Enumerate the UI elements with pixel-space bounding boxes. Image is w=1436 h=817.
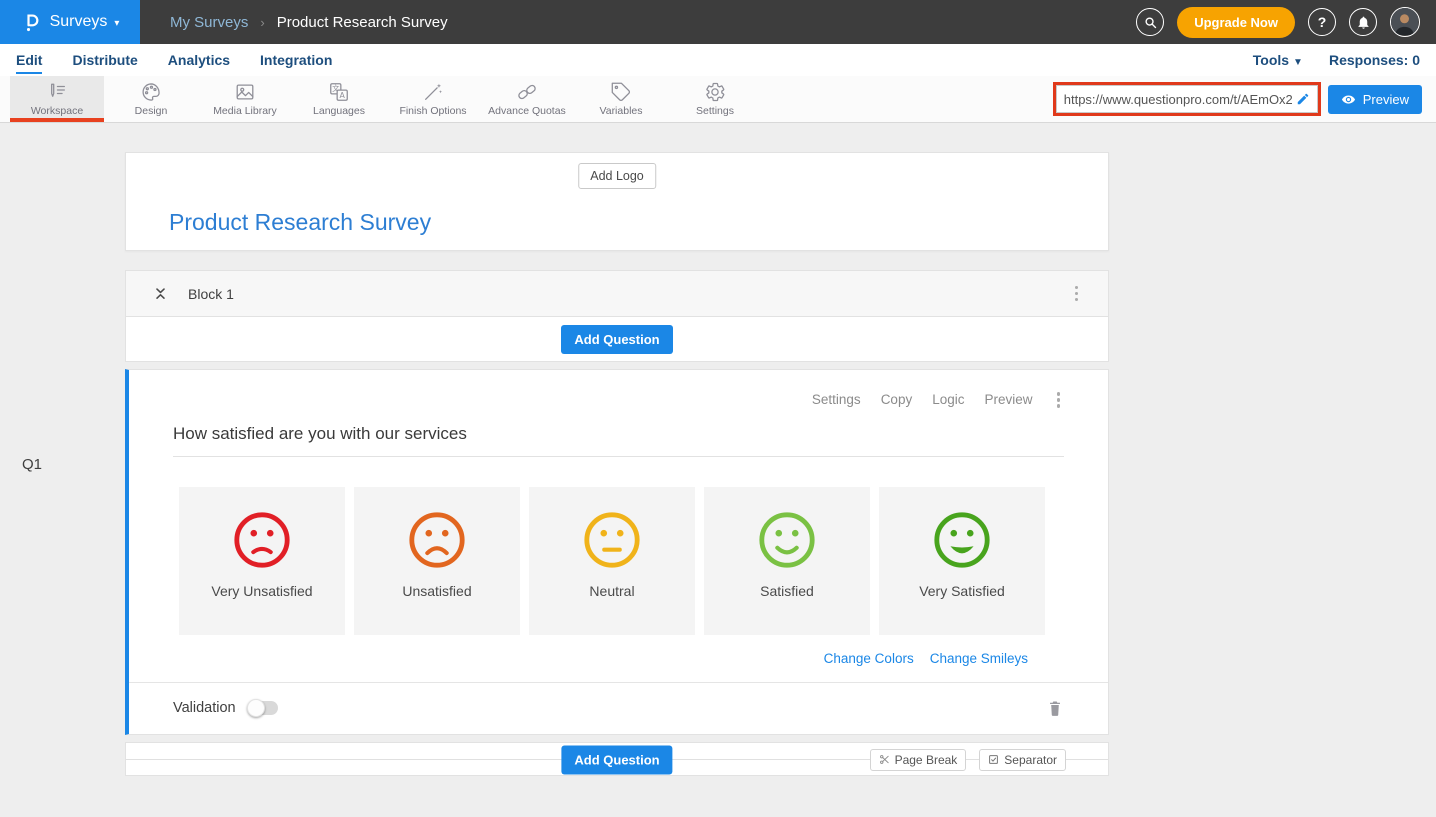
preview-button[interactable]: Preview xyxy=(1328,85,1422,114)
languages-icon: 文A xyxy=(328,81,350,103)
smiley-option-unsatisfied[interactable]: Unsatisfied xyxy=(354,487,520,635)
eye-icon xyxy=(1341,92,1356,107)
design-palette-icon xyxy=(140,81,162,103)
question-card: Settings Copy Logic Preview How satisfied a… xyxy=(125,369,1109,735)
product-label: Surveys xyxy=(50,13,108,31)
add-question-button-top[interactable]: Add Question xyxy=(561,325,672,354)
survey-nav-tabs: Edit Distribute Analytics Integration Tools… xyxy=(0,44,1436,76)
separator-button[interactable]: Separator xyxy=(979,749,1066,771)
validation-toggle[interactable] xyxy=(248,701,278,715)
smiley-scale: Very UnsatisfiedUnsatisfiedNeutralSatisf… xyxy=(179,487,1064,635)
smiley-very-unsatisfied-icon xyxy=(231,509,293,571)
smiley-option-neutral[interactable]: Neutral xyxy=(529,487,695,635)
survey-title[interactable]: Product Research Survey xyxy=(169,209,431,236)
toolbar-item-media-library[interactable]: Media Library xyxy=(198,76,292,122)
smiley-satisfied-icon xyxy=(756,509,818,571)
delete-question-trash-icon[interactable] xyxy=(1048,700,1062,717)
bell-icon xyxy=(1356,15,1371,30)
block-title[interactable]: Block 1 xyxy=(188,286,234,302)
add-question-strip-bottom: Add Question Page Break xyxy=(125,742,1109,776)
svg-text:A: A xyxy=(340,91,346,100)
notifications-button[interactable] xyxy=(1349,8,1377,36)
toolbar-item-settings[interactable]: Settings xyxy=(668,76,762,122)
chevron-down-icon: ▾ xyxy=(114,18,119,29)
toolbar-item-finish-options[interactable]: Finish Options xyxy=(386,76,480,122)
survey-url-input[interactable] xyxy=(1064,92,1292,107)
variables-tag-icon xyxy=(610,81,632,103)
checkbox-checked-icon xyxy=(988,754,999,765)
responses-count: Responses: 0 xyxy=(1329,52,1420,68)
footer-chips: Page Break Separator xyxy=(870,749,1066,771)
collapse-block-icon[interactable] xyxy=(154,286,167,301)
scissors-icon xyxy=(879,754,890,765)
validation-label: Validation xyxy=(173,700,236,716)
question-menu-kebab-icon[interactable] xyxy=(1053,388,1065,412)
help-button[interactable]: ? xyxy=(1308,8,1336,36)
settings-gear-icon xyxy=(704,81,726,103)
question-action-copy[interactable]: Copy xyxy=(881,392,913,407)
question-number-label: Q1 xyxy=(22,456,42,473)
breadcrumb-parent-link[interactable]: My Surveys xyxy=(170,14,248,31)
advance-quotas-icon xyxy=(516,81,538,103)
validation-row: Validation xyxy=(129,682,1108,734)
change-colors-link[interactable]: Change Colors xyxy=(824,651,914,666)
upgrade-now-button[interactable]: Upgrade Now xyxy=(1177,7,1295,38)
smiley-option-very-unsatisfied[interactable]: Very Unsatisfied xyxy=(179,487,345,635)
question-mark-icon: ? xyxy=(1318,14,1327,30)
question-links: Change Colors Change Smileys xyxy=(129,651,1028,666)
breadcrumb-separator: › xyxy=(260,15,264,30)
smiley-option-satisfied[interactable]: Satisfied xyxy=(704,487,870,635)
tab-edit[interactable]: Edit xyxy=(16,46,42,74)
nav-right: Tools▼ Responses: 0 xyxy=(1253,52,1420,68)
media-library-icon xyxy=(234,81,256,103)
breadcrumb-current: Product Research Survey xyxy=(277,14,448,31)
tab-integration[interactable]: Integration xyxy=(260,46,332,74)
add-question-button-bottom[interactable]: Add Question xyxy=(561,745,672,774)
topbar-actions: Upgrade Now ? xyxy=(1136,7,1436,38)
smiley-option-very-satisfied[interactable]: Very Satisfied xyxy=(879,487,1045,635)
editor-toolbar: WorkspaceDesignMedia Library文ALanguagesF… xyxy=(0,76,1436,123)
search-button[interactable] xyxy=(1136,8,1164,36)
tab-distribute[interactable]: Distribute xyxy=(72,46,137,74)
workspace-canvas: Q1 Add Logo Product Research Survey Bloc… xyxy=(0,152,1436,817)
add-logo-button[interactable]: Add Logo xyxy=(578,163,656,189)
workspace-icon xyxy=(46,81,68,103)
toolbar-item-advance-quotas[interactable]: Advance Quotas xyxy=(480,76,574,122)
search-icon xyxy=(1143,15,1158,30)
user-avatar[interactable] xyxy=(1390,7,1420,37)
toolbar-item-languages[interactable]: 文ALanguages xyxy=(292,76,386,122)
questionpro-logo-icon xyxy=(21,11,43,33)
block-menu-kebab-icon[interactable] xyxy=(1071,282,1083,306)
add-question-strip-top: Add Question xyxy=(125,317,1109,362)
toolbar-item-workspace[interactable]: Workspace xyxy=(10,76,104,122)
change-smileys-link[interactable]: Change Smileys xyxy=(930,651,1028,666)
chevron-down-icon: ▼ xyxy=(1293,57,1303,68)
top-bar: Surveys ▾ My Surveys › Product Research … xyxy=(0,0,1436,44)
edit-url-pencil-icon[interactable] xyxy=(1296,92,1310,106)
question-action-preview[interactable]: Preview xyxy=(984,392,1032,407)
toolbar-right: Preview xyxy=(1056,76,1436,122)
smiley-unsatisfied-icon xyxy=(406,509,468,571)
survey-header-card: Add Logo Product Research Survey xyxy=(125,152,1109,251)
question-action-logic[interactable]: Logic xyxy=(932,392,964,407)
tab-analytics[interactable]: Analytics xyxy=(168,46,230,74)
question-text[interactable]: How satisfied are you with our services xyxy=(173,424,1064,457)
survey-url-box xyxy=(1056,85,1318,113)
question-actions: Settings Copy Logic Preview xyxy=(129,370,1108,412)
toolbar-item-variables[interactable]: Variables xyxy=(574,76,668,122)
page-break-button[interactable]: Page Break xyxy=(870,749,967,771)
block-header: Block 1 xyxy=(125,270,1109,317)
finish-options-icon xyxy=(422,81,444,103)
smiley-neutral-icon xyxy=(581,509,643,571)
breadcrumb: My Surveys › Product Research Survey xyxy=(170,14,448,31)
toolbar-item-design[interactable]: Design xyxy=(104,76,198,122)
app-logo-menu[interactable]: Surveys ▾ xyxy=(0,0,140,44)
question-action-settings[interactable]: Settings xyxy=(812,392,861,407)
tools-dropdown[interactable]: Tools▼ xyxy=(1253,52,1303,68)
smiley-very-satisfied-icon xyxy=(931,509,993,571)
